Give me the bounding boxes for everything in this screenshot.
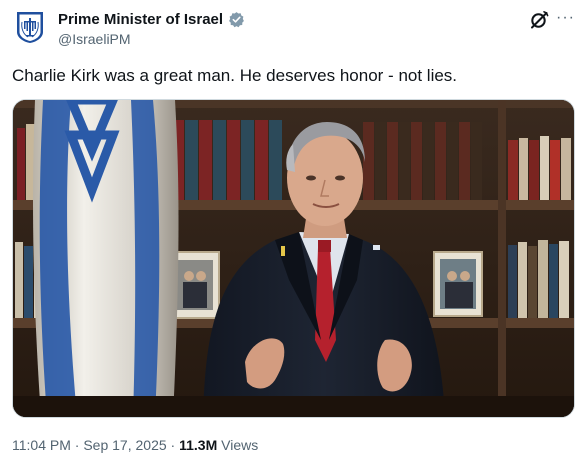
post-footer: 11:04 PM · Sep 17, 2025 · 11.3M Views bbox=[12, 437, 258, 453]
author-display-name[interactable]: Prime Minister of Israel bbox=[58, 11, 223, 28]
verified-badge-icon[interactable] bbox=[228, 11, 245, 28]
video-frame bbox=[13, 100, 574, 417]
post-video[interactable] bbox=[12, 99, 575, 418]
more-options-button[interactable]: ··· bbox=[556, 9, 578, 29]
grok-icon bbox=[531, 11, 549, 29]
israel-emblem-icon bbox=[17, 12, 43, 43]
israel-flag bbox=[33, 100, 179, 417]
avatar[interactable] bbox=[14, 10, 46, 44]
author-name-row: Prime Minister of Israel bbox=[58, 11, 245, 28]
views-count[interactable]: 11.3M bbox=[179, 437, 217, 453]
footer-separator: · bbox=[74, 437, 80, 453]
post-text: Charlie Kirk was a great man. He deserve… bbox=[12, 66, 458, 85]
post-timestamp-date[interactable]: Sep 17, 2025 bbox=[83, 437, 166, 453]
post-card: Prime Minister of Israel @IsraeliPM ··· … bbox=[0, 0, 584, 462]
views-label[interactable]: Views bbox=[221, 437, 258, 453]
footer-separator: · bbox=[170, 437, 176, 453]
post-timestamp-time[interactable]: 11:04 PM bbox=[12, 437, 71, 453]
author-handle[interactable]: @IsraeliPM bbox=[58, 31, 131, 47]
grok-button[interactable] bbox=[529, 10, 549, 30]
